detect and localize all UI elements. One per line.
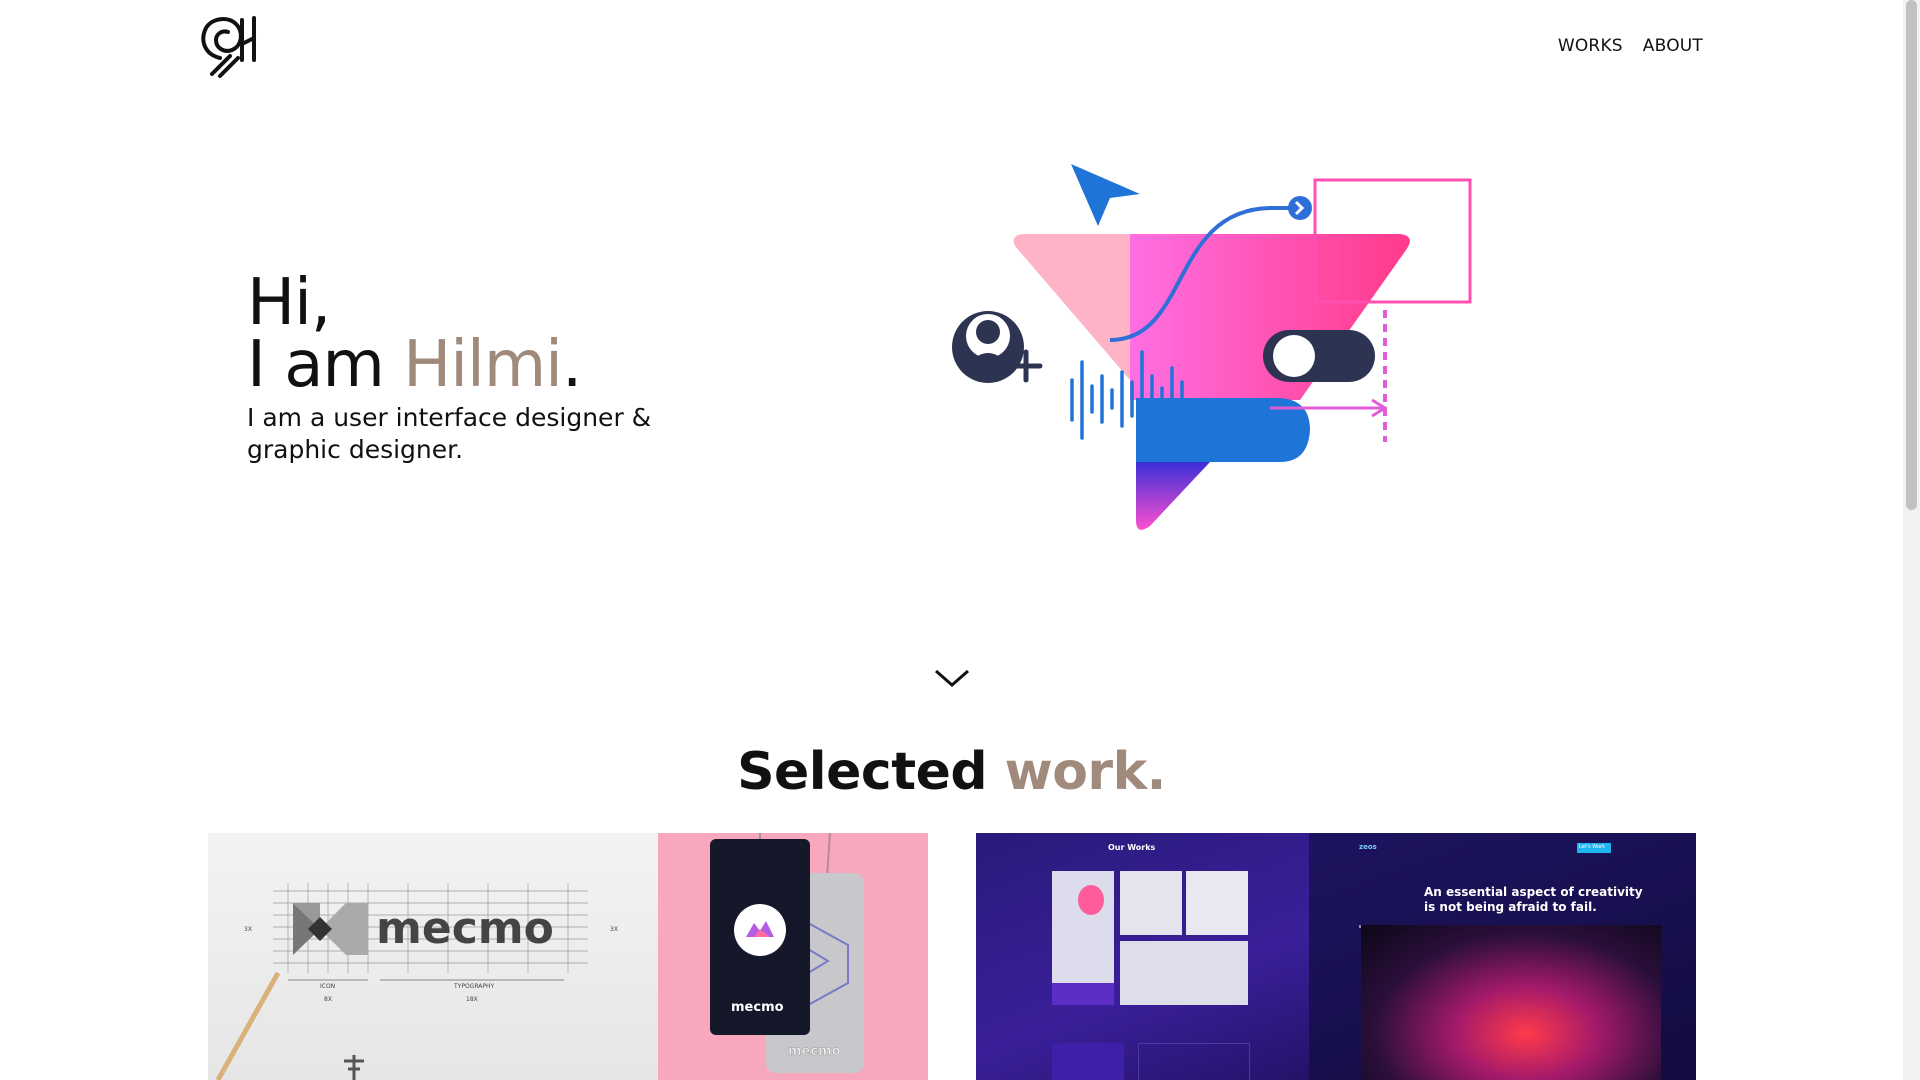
svg-text:8X: 8X xyxy=(324,996,332,1003)
svg-text:18X: 18X xyxy=(466,996,478,1003)
section-title-accent: work. xyxy=(1004,742,1167,802)
chevron-down-icon[interactable] xyxy=(934,665,970,691)
work-card-mecmo[interactable]: mecmo ICON TYPOGRAPHY 8X 18X 3X 3X mecmo… xyxy=(208,833,928,1080)
svg-text:mecmo: mecmo xyxy=(788,1044,841,1059)
intro-prefix: I am xyxy=(247,328,404,402)
mecmo-wordmark: mecmo xyxy=(376,903,554,954)
zeos-logo: zeos xyxy=(1359,843,1377,851)
our-works-heading: Our Works xyxy=(1108,843,1156,852)
section-title: Selected work. xyxy=(0,742,1903,802)
svg-text:TYPOGRAPHY: TYPOGRAPHY xyxy=(453,983,494,990)
section-title-prefix: Selected xyxy=(737,742,1005,802)
hero-name: Hilmi xyxy=(403,328,563,402)
zeos-landing-screen: zeos Let's Work An essential aspect of c… xyxy=(1309,833,1696,1080)
hero-heading: Hi, I am Hilmi. xyxy=(247,271,677,397)
hero-illustration xyxy=(952,164,1472,530)
mecmo-tags: mecmo mecmo xyxy=(658,833,928,1080)
user-add-icon xyxy=(952,311,1043,383)
hero-text: Hi, I am Hilmi. I am a user interface de… xyxy=(247,271,677,466)
svg-text:3X: 3X xyxy=(610,926,618,933)
nav-about-link[interactable]: ABOUT xyxy=(1643,36,1703,56)
zeos-cta: Let's Work xyxy=(1579,844,1605,850)
main-nav: WORKS ABOUT xyxy=(1558,36,1703,56)
nav-works-link[interactable]: WORKS xyxy=(1558,36,1623,56)
zeos-tagline: An essential aspect of creativity is not … xyxy=(1424,885,1643,914)
scrollbar[interactable] xyxy=(1903,0,1920,1080)
hero-subtitle: I am a user interface designer & graphic… xyxy=(247,403,652,464)
toggle-switch xyxy=(1263,330,1375,382)
work-card-zeos[interactable]: Our Works zeos Let's Work An essential a… xyxy=(976,833,1696,1080)
site-logo[interactable] xyxy=(198,14,266,80)
scrollbar-thumb[interactable] xyxy=(1906,0,1917,510)
svg-text:3X: 3X xyxy=(244,926,252,933)
cursor-arrow-icon xyxy=(1071,164,1140,226)
our-works-screen: Our Works xyxy=(976,833,1309,1080)
intro-suffix: . xyxy=(561,328,582,402)
svg-text:mecmo: mecmo xyxy=(731,1000,784,1015)
mecmo-logo-grid: mecmo ICON TYPOGRAPHY 8X 18X 3X 3X xyxy=(208,833,658,1080)
svg-text:ICON: ICON xyxy=(320,983,335,990)
